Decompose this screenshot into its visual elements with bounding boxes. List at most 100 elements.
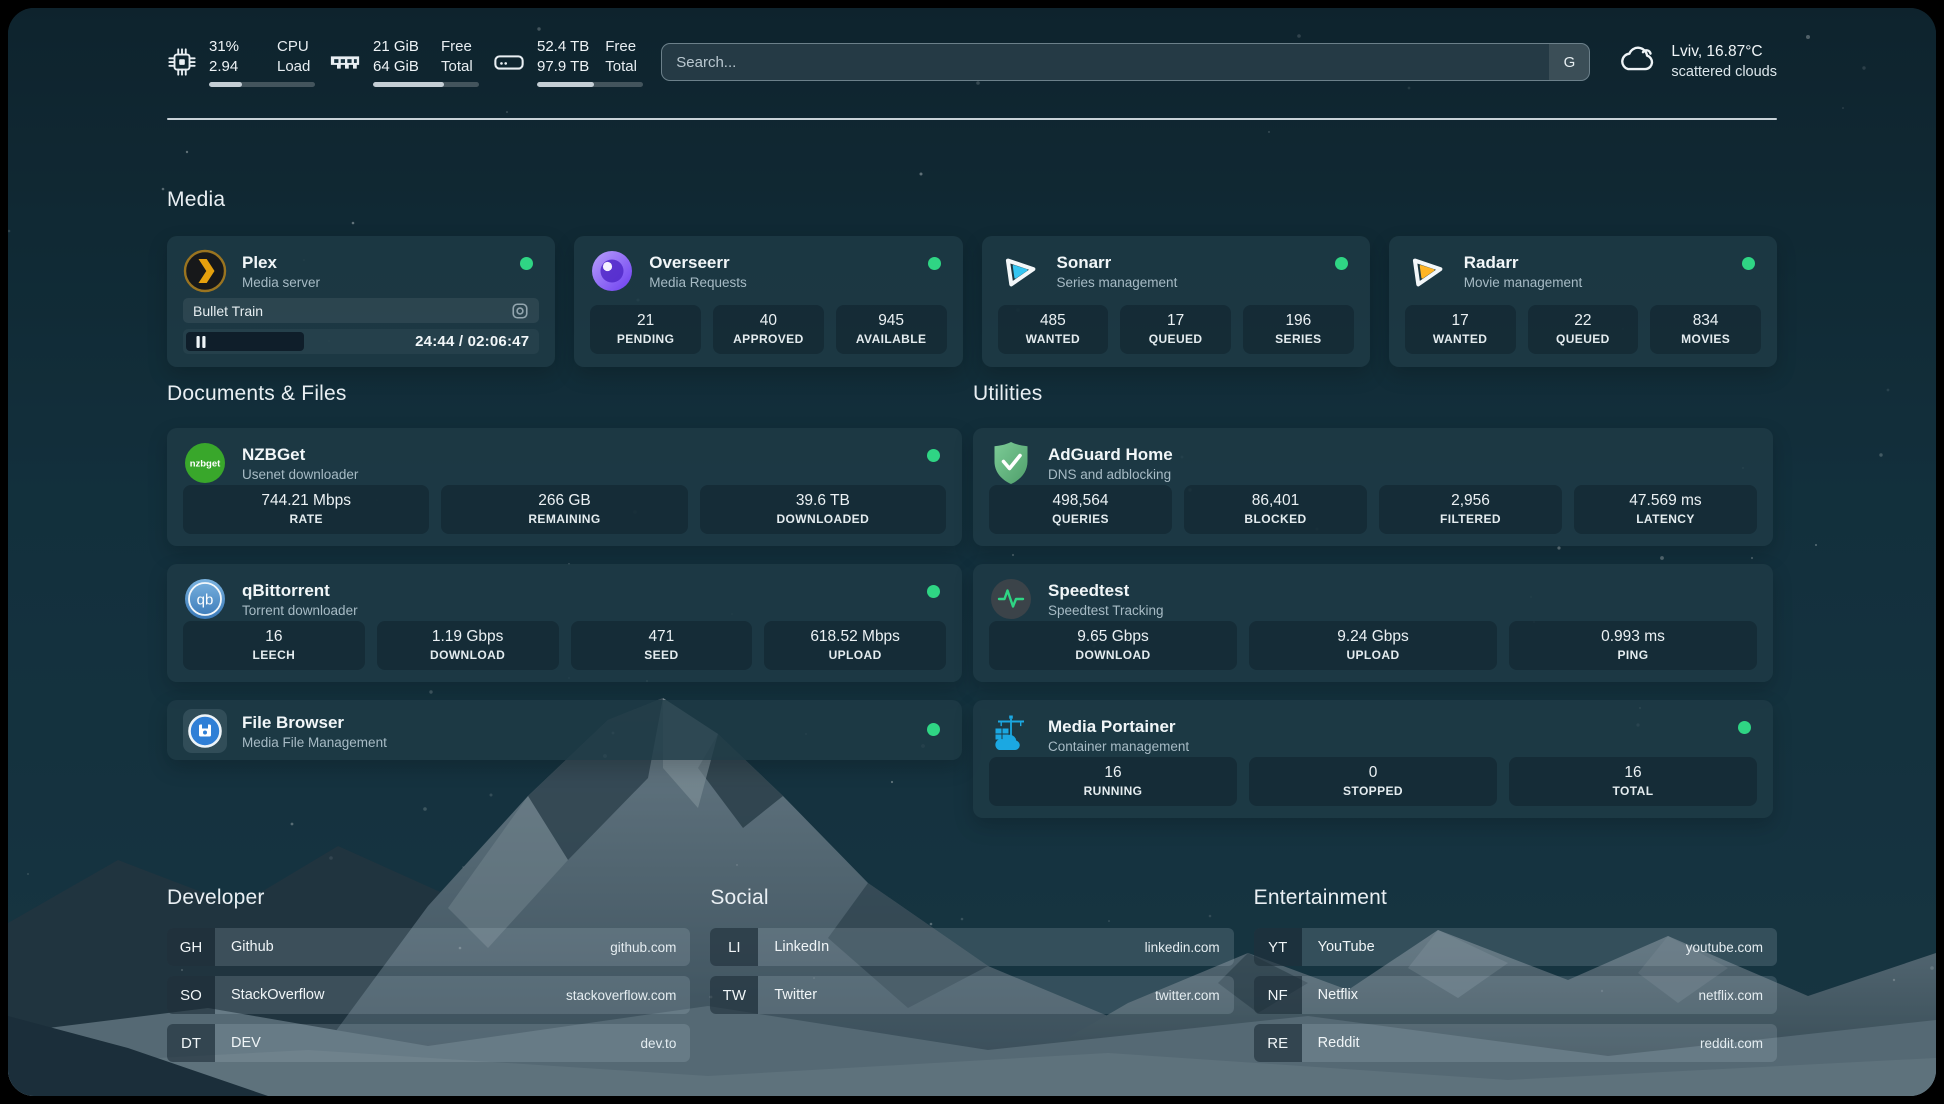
bookmark-abbr: YT — [1254, 928, 1302, 966]
section-title-media: Media — [167, 188, 1777, 212]
stat-queued: 17QUEUED — [1120, 305, 1231, 354]
plex-icon — [183, 249, 227, 293]
cpu-usage-label: CPU — [277, 37, 315, 57]
stat-latency: 47.569 msLATENCY — [1574, 485, 1757, 534]
service-subtitle: Container management — [1048, 739, 1189, 754]
search-input[interactable] — [661, 43, 1590, 81]
section-title-utilities: Utilities — [973, 382, 1773, 406]
bookmark-linkedin[interactable]: LI LinkedIn linkedin.com — [710, 928, 1233, 966]
adguard-icon — [989, 441, 1033, 485]
bookmark-name: Twitter — [758, 976, 1155, 1014]
bookmark-twitter[interactable]: TW Twitter twitter.com — [710, 976, 1233, 1014]
bookmark-abbr: LI — [710, 928, 758, 966]
bookmark-name: Netflix — [1302, 976, 1699, 1014]
disk-widget: 52.4 TB97.9 TB FreeTotal — [493, 37, 643, 88]
bookmark-abbr: SO — [167, 976, 215, 1014]
service-card-speedtest[interactable]: Speedtest Speedtest Tracking 9.65 GbpsDO… — [973, 564, 1773, 682]
bookmark-stackoverflow[interactable]: SO StackOverflow stackoverflow.com — [167, 976, 690, 1014]
service-card-file-browser[interactable]: File Browser Media File Management — [167, 700, 962, 760]
bookmark-github[interactable]: GH Github github.com — [167, 928, 690, 966]
memory-usage-bar — [373, 82, 479, 87]
bookmark-url: reddit.com — [1700, 1024, 1777, 1062]
screen-icon — [511, 302, 529, 320]
service-subtitle: Media Requests — [649, 275, 747, 290]
file-browser-icon — [183, 709, 227, 753]
stat-running: 16RUNNING — [989, 757, 1237, 806]
service-card-adguard-home[interactable]: AdGuard Home DNS and adblocking 498,564Q… — [973, 428, 1773, 546]
disk-total-value: 97.9 TB — [537, 57, 589, 77]
cloud-icon — [1616, 42, 1658, 81]
bookmark-abbr: NF — [1254, 976, 1302, 1014]
service-card-plex[interactable]: Plex Media server Bullet Train — [167, 236, 555, 367]
status-dot — [1738, 721, 1751, 734]
sonarr-icon — [998, 249, 1042, 293]
bookmark-dev[interactable]: DT DEV dev.to — [167, 1024, 690, 1062]
bookmark-abbr: RE — [1254, 1024, 1302, 1062]
bookmark-group-entertainment: Entertainment YT YouTube youtube.com NF … — [1254, 886, 1777, 1072]
section-documents-files: Documents & Files nzbget NZBGet Usenet d… — [167, 382, 962, 760]
qbittorrent-icon: qb — [183, 577, 227, 621]
section-title-documents: Documents & Files — [167, 382, 962, 406]
bookmark-youtube[interactable]: YT YouTube youtube.com — [1254, 928, 1777, 966]
bookmark-group-title: Developer — [167, 886, 690, 910]
stat-approved: 40APPROVED — [713, 305, 824, 354]
weather-condition: scattered clouds — [1671, 63, 1777, 83]
stat-rate: 744.21 MbpsRATE — [183, 485, 429, 534]
stat-seed: 471SEED — [571, 621, 753, 670]
disk-icon — [493, 50, 525, 74]
bookmark-url: youtube.com — [1686, 928, 1777, 966]
memory-free-value: 21 GiB — [373, 37, 425, 57]
service-card-overseerr[interactable]: Overseerr Media Requests 21PENDING 40APP… — [574, 236, 962, 367]
memory-free-label: Free — [441, 37, 479, 57]
service-title: File Browser — [242, 713, 387, 733]
stat-stopped: 0STOPPED — [1249, 757, 1497, 806]
bookmark-netflix[interactable]: NF Netflix netflix.com — [1254, 976, 1777, 1014]
cpu-usage-value: 31% — [209, 37, 261, 57]
bookmark-reddit[interactable]: RE Reddit reddit.com — [1254, 1024, 1777, 1062]
now-playing-row: Bullet Train — [183, 298, 539, 323]
bookmark-group-title: Social — [710, 886, 1233, 910]
bookmark-name: DEV — [215, 1024, 641, 1062]
bookmark-name: Github — [215, 928, 610, 966]
bookmark-name: Reddit — [1302, 1024, 1700, 1062]
bookmark-url: dev.to — [641, 1024, 691, 1062]
stat-download: 1.19 GbpsDOWNLOAD — [377, 621, 559, 670]
service-card-qbittorrent[interactable]: qb qBittorrent Torrent downloader 16LEEC… — [167, 564, 962, 682]
memory-total-value: 64 GiB — [373, 57, 425, 77]
service-card-radarr[interactable]: Radarr Movie management 17WANTED 22QUEUE… — [1389, 236, 1777, 367]
stat-queries: 498,564QUERIES — [989, 485, 1172, 534]
nzbget-icon: nzbget — [183, 441, 227, 485]
bookmark-name: LinkedIn — [758, 928, 1144, 966]
search-engine-button[interactable]: G — [1549, 44, 1589, 80]
stat-leech: 16LEECH — [183, 621, 365, 670]
search-bar: G — [661, 43, 1590, 81]
stat-ping: 0.993 msPING — [1509, 621, 1757, 670]
service-subtitle: Usenet downloader — [242, 467, 358, 482]
bookmark-url: github.com — [610, 928, 690, 966]
now-playing-title: Bullet Train — [193, 303, 263, 319]
bookmark-name: StackOverflow — [215, 976, 566, 1014]
service-subtitle: Speedtest Tracking — [1048, 603, 1164, 618]
topbar-divider — [167, 118, 1777, 120]
service-card-sonarr[interactable]: Sonarr Series management 485WANTED 17QUE… — [982, 236, 1370, 367]
service-card-nzbget[interactable]: nzbget NZBGet Usenet downloader 744.21 M… — [167, 428, 962, 546]
stat-queued: 22QUEUED — [1528, 305, 1639, 354]
service-title: Overseerr — [649, 253, 747, 273]
stat-series: 196SERIES — [1243, 305, 1354, 354]
service-card-portainer[interactable]: Media Portainer Container management 16R… — [973, 700, 1773, 818]
bookmark-group-social: Social LI LinkedIn linkedin.com TW Twitt… — [710, 886, 1233, 1072]
service-title: Speedtest — [1048, 581, 1164, 601]
memory-icon — [329, 51, 361, 73]
bookmark-url: stackoverflow.com — [566, 976, 690, 1014]
radarr-icon — [1405, 249, 1449, 293]
service-title: Sonarr — [1057, 253, 1178, 273]
stat-upload: 9.24 GbpsUPLOAD — [1249, 621, 1497, 670]
stat-filtered: 2,956FILTERED — [1379, 485, 1562, 534]
status-dot — [928, 257, 941, 270]
service-subtitle: Media server — [242, 275, 320, 290]
stat-total: 16TOTAL — [1509, 757, 1757, 806]
memory-widget: 21 GiB64 GiB FreeTotal — [329, 37, 479, 88]
stat-wanted: 17WANTED — [1405, 305, 1516, 354]
bookmarks-area: Developer GH Github github.com SO StackO… — [167, 886, 1777, 1072]
status-dot — [1335, 257, 1348, 270]
